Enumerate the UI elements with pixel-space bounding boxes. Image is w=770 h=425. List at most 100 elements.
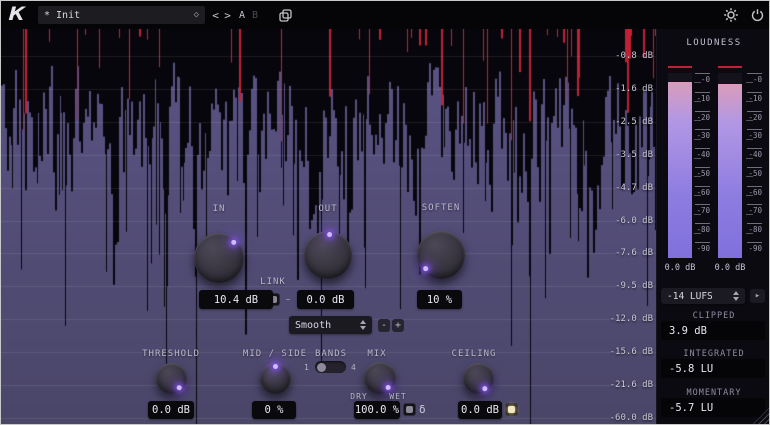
meter-tick: [746, 101, 753, 102]
mode-plus-button[interactable]: +: [392, 319, 404, 332]
meter-scale: -0-10-20-30-40-50-60-70-80-90: [694, 73, 710, 258]
bands-toggle-thumb: [317, 363, 326, 372]
plugin-window: K * Init ◇ < > A B -0.8 dB-1.6 dB-2: [0, 0, 770, 425]
meter-readout-left: 0.0 dB: [658, 263, 702, 273]
meter-tick: [695, 129, 710, 130]
db-scale-label: -3.5 dB: [615, 150, 653, 160]
meter-tick: [747, 167, 762, 168]
soften-knob-label: SOFTEN: [411, 203, 471, 213]
lufs-target-select[interactable]: -14 LUFS: [661, 288, 745, 304]
select-arrows-icon: [360, 320, 366, 330]
meter-tick: [746, 120, 753, 121]
meter-tick: [695, 223, 710, 224]
meter-tick: [695, 167, 710, 168]
clipped-label: CLIPPED: [657, 311, 770, 321]
meter-tick: [694, 139, 701, 140]
in-knob-label: IN: [189, 204, 249, 214]
copy-preset-button[interactable]: [277, 6, 293, 24]
mix-dry-label: DRY: [340, 392, 378, 401]
midside-value-field[interactable]: 0 %: [252, 401, 296, 419]
meter-tick: [694, 214, 701, 215]
preset-prev-button[interactable]: <: [210, 6, 221, 24]
out-knob[interactable]: [304, 231, 352, 279]
meter-tick: [747, 148, 762, 149]
momentary-value: -5.7 LU: [661, 398, 765, 417]
momentary-label: MOMENTARY: [657, 388, 770, 398]
meter-tick-label: -0: [701, 75, 710, 84]
db-scale-label: -21.6 dB: [610, 380, 653, 390]
meter-tick: [695, 186, 710, 187]
meter-tick: [694, 158, 701, 159]
loudness-title: LOUDNESS: [657, 38, 770, 48]
ab-compare-b-button[interactable]: B: [249, 6, 261, 24]
db-scale-label: -15.6 dB: [610, 347, 653, 357]
ceiling-clip-light-button[interactable]: [505, 403, 518, 416]
loudness-meter-left: [668, 73, 692, 258]
soften-value-field[interactable]: 10 %: [417, 290, 462, 309]
meter-tick: [747, 92, 762, 93]
loudness-meter-left-fill: [668, 82, 692, 258]
bands-min-label: 1: [304, 363, 309, 372]
settings-button[interactable]: [722, 6, 740, 24]
preset-next-button[interactable]: >: [222, 6, 233, 24]
loudness-panel: LOUDNESS -0-10-20-30-40-50-60-70-80-90 -…: [656, 29, 770, 425]
mix-value-field[interactable]: 100.0 %: [354, 401, 400, 419]
db-scale-label: -0.8 dB: [615, 51, 653, 61]
mix-delta-button-pad: [406, 406, 413, 413]
db-scale-label: -2.5 dB: [615, 117, 653, 127]
meter-tick: [695, 242, 710, 243]
lufs-more-button[interactable]: ▸: [750, 289, 765, 303]
mode-minus-button[interactable]: -: [378, 319, 390, 332]
mix-delta-button[interactable]: [403, 403, 416, 416]
ceiling-knob[interactable]: [463, 363, 494, 394]
clipped-value: 3.9 dB: [661, 321, 765, 340]
meter-tick: [747, 129, 762, 130]
ab-compare-a-button[interactable]: A: [236, 6, 248, 24]
bypass-button[interactable]: [748, 6, 766, 24]
mix-knob[interactable]: [364, 362, 396, 394]
lufs-target-value: -14 LUFS: [667, 291, 733, 302]
meter-tick-label: -90: [696, 244, 710, 253]
loudness-meter-right-fill: [718, 84, 742, 258]
meter-tick: [746, 195, 753, 196]
bands-toggle[interactable]: [315, 361, 346, 373]
meter-tick: [695, 73, 710, 74]
in-knob[interactable]: [194, 233, 244, 283]
meter-tick: [695, 148, 710, 149]
mode-stepper: - +: [378, 319, 404, 332]
power-icon: [750, 8, 765, 23]
threshold-knob[interactable]: [156, 363, 187, 394]
meter-tick: [747, 204, 762, 205]
out-knob-indicator: [303, 230, 353, 280]
gear-icon: [723, 7, 739, 23]
meter-tick: [747, 223, 762, 224]
meter-tick: [746, 139, 753, 140]
meter-tick-label: -90: [748, 244, 762, 253]
integrated-label: INTEGRATED: [657, 349, 770, 359]
meter-clip-line-right: [718, 66, 742, 68]
delta-symbol: δ: [419, 403, 426, 416]
meter-clip-line-left: [668, 66, 692, 68]
mode-select-value: Smooth: [295, 320, 360, 331]
soften-knob[interactable]: [417, 231, 465, 279]
meter-tick: [695, 111, 710, 112]
preset-diamond-icon: ◇: [194, 10, 199, 20]
meter-tick: [694, 101, 701, 102]
preset-selector[interactable]: * Init ◇: [38, 6, 205, 24]
meter-tick: [747, 111, 762, 112]
meter-readout-right: 0.0 dB: [708, 263, 752, 273]
db-scale-label: -6.0 dB: [615, 216, 653, 226]
out-value-field[interactable]: 0.0 dB: [297, 290, 354, 309]
midside-knob[interactable]: [260, 363, 291, 394]
in-value-field[interactable]: 10.4 dB: [199, 290, 273, 309]
preset-name: * Init: [44, 10, 194, 21]
mix-wet-label: WET: [379, 392, 417, 401]
mode-select[interactable]: Smooth: [289, 316, 372, 334]
meter-tick: [746, 176, 753, 177]
title-bar: K * Init ◇ < > A B: [1, 1, 769, 29]
ceiling-value-field[interactable]: 0.0 dB: [458, 401, 502, 419]
threshold-value-field[interactable]: 0.0 dB: [148, 401, 194, 419]
loudness-meter-right: [718, 73, 742, 258]
db-scale-label: -7.6 dB: [615, 248, 653, 258]
meter-tick: [695, 204, 710, 205]
